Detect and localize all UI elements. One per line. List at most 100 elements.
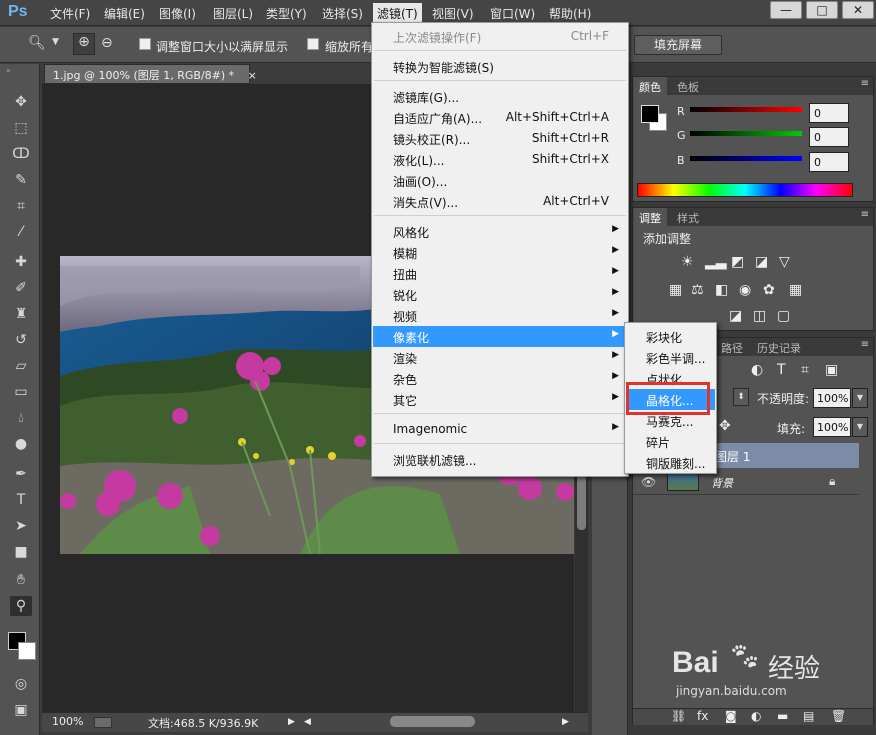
menu-window[interactable]: 窗口(W) [490, 5, 535, 22]
submenu-fragment[interactable]: 碎片 [626, 431, 715, 452]
gradient-map-icon[interactable]: ▢ [777, 308, 790, 324]
menu-vanishing-point[interactable]: 消失点(V)... Alt+Ctrl+V [373, 191, 627, 212]
black-white-icon[interactable]: ◧ [715, 282, 728, 298]
channel-b-slider[interactable] [690, 156, 802, 161]
zoom-in-icon[interactable]: ⊕ [73, 33, 95, 55]
menu-file[interactable]: 文件(F) [50, 5, 90, 22]
quick-mask-icon[interactable]: ◎ [10, 674, 32, 694]
channel-r-value[interactable]: 0 [809, 103, 849, 123]
eraser-icon[interactable]: ▱ [10, 356, 32, 376]
menu-convert-smart-filter[interactable]: 转换为智能滤镜(S) [373, 56, 627, 77]
new-layer-icon[interactable]: ▤ [803, 709, 814, 723]
resize-window-checkbox[interactable] [139, 38, 151, 50]
layers-panel-menu-icon[interactable]: ≡ [861, 339, 869, 350]
filter-type-icon[interactable]: T [777, 362, 786, 378]
menu-distort[interactable]: 扭曲 ▶ [373, 263, 627, 284]
vertical-scroll-thumb[interactable] [577, 470, 586, 530]
filter-adjust-icon[interactable]: ◐ [751, 362, 763, 378]
zoom-all-checkbox[interactable] [307, 38, 319, 50]
tab-close-icon[interactable]: × [248, 69, 257, 82]
blend-mode-dropdown[interactable]: ⬍ [733, 388, 749, 406]
color-fg-swatch[interactable] [641, 105, 659, 123]
tab-history[interactable]: 历史记录 [751, 338, 807, 356]
marquee-tool-icon[interactable]: ⬚ [10, 118, 32, 138]
channel-g-value[interactable]: 0 [809, 127, 849, 147]
curves-icon[interactable]: ◩ [731, 254, 744, 270]
menu-other[interactable]: 其它 ▶ [373, 389, 627, 410]
status-menu-arrow-icon[interactable]: ▶ [288, 717, 295, 727]
history-brush-icon[interactable]: ↺ [10, 330, 32, 350]
tab-color[interactable]: 颜色 [633, 77, 667, 95]
menu-filter-gallery[interactable]: 滤镜库(G)... [373, 86, 627, 107]
brightness-icon[interactable]: ☀ [681, 254, 694, 270]
menu-help[interactable]: 帮助(H) [549, 5, 591, 22]
channel-r-slider[interactable] [690, 107, 802, 112]
menu-sharpen[interactable]: 锐化 ▶ [373, 284, 627, 305]
maximize-button[interactable]: □ [806, 1, 838, 19]
zoom-tool-icon[interactable]: 🔍︎ [28, 35, 46, 51]
blur-tool-icon[interactable]: 💧︎ [10, 408, 32, 428]
menu-oil-paint[interactable]: 油画(O)... [373, 170, 627, 191]
menu-lens-correction[interactable]: 镜头校正(R)... Shift+Ctrl+R [373, 128, 627, 149]
menu-stylize[interactable]: 风格化 ▶ [373, 221, 627, 242]
menu-filter[interactable]: 滤镜(T) [373, 3, 422, 24]
fill-screen-button[interactable]: 填充屏幕 [634, 35, 722, 55]
gradient-icon[interactable]: ▭ [10, 382, 32, 402]
menu-type[interactable]: 类型(Y) [266, 5, 307, 22]
hue-sat-icon[interactable]: ▦ [669, 282, 682, 298]
opacity-dropdown-icon[interactable]: ▼ [852, 388, 868, 408]
pen-tool-icon[interactable]: ✒ [10, 464, 32, 484]
healing-brush-icon[interactable]: ✚ [10, 252, 32, 272]
fill-dropdown-icon[interactable]: ▼ [852, 417, 868, 437]
menu-blur[interactable]: 模糊 ▶ [373, 242, 627, 263]
shape-tool-icon[interactable]: ■ [10, 542, 32, 562]
vibrance-icon[interactable]: ▽ [779, 254, 790, 270]
link-layers-icon[interactable]: ⛓ [671, 709, 686, 723]
color-panel-menu-icon[interactable]: ≡ [861, 78, 869, 89]
minimize-button[interactable]: — [770, 1, 802, 19]
zoom-tool-selected-icon[interactable]: ⚲ [10, 596, 32, 616]
color-spectrum-ramp[interactable] [637, 183, 853, 197]
stamp-tool-icon[interactable]: ♜ [10, 304, 32, 324]
zoom-out-icon[interactable]: ⊖ [101, 35, 113, 51]
exposure-icon[interactable]: ◪ [755, 254, 768, 270]
hand-tool-icon[interactable]: ✋︎ [10, 570, 32, 590]
document-tab[interactable]: 1.jpg @ 100% (图层 1, RGB/8#) * × [44, 64, 257, 84]
menu-view[interactable]: 视图(V) [432, 5, 474, 22]
eyedropper-icon[interactable]: ⁄ [10, 222, 32, 242]
tool-preset-dropdown-icon[interactable]: ▼ [52, 37, 59, 47]
menu-noise[interactable]: 杂色 ▶ [373, 368, 627, 389]
path-select-icon[interactable]: ➤ [10, 516, 32, 536]
filter-smart-icon[interactable]: ▣ [825, 362, 838, 378]
submenu-color-halftone-block[interactable]: 彩块化 [626, 326, 715, 347]
visibility-eye-icon[interactable]: 👁︎ [641, 475, 656, 489]
menu-liquify[interactable]: 液化(L)... Shift+Ctrl+X [373, 149, 627, 170]
zoom-level[interactable]: 100% [52, 715, 83, 728]
collapse-icon[interactable]: » [6, 66, 11, 75]
threshold-icon[interactable]: ◪ [729, 308, 742, 324]
menu-imagenomic[interactable]: Imagenomic ▶ [373, 419, 627, 440]
menu-browse-filters-online[interactable]: 浏览联机滤镜... [373, 449, 627, 470]
background-color-swatch[interactable] [18, 642, 36, 660]
new-group-icon[interactable]: ▬ [777, 709, 788, 723]
screen-mode-icon[interactable]: ▣ [10, 700, 32, 720]
delete-layer-icon[interactable]: 🗑︎ [831, 709, 846, 723]
move-tool-icon[interactable]: ✥ [10, 92, 32, 112]
scroll-left-arrow-icon[interactable]: ◀ [304, 717, 311, 727]
tab-swatches[interactable]: 色板 [671, 77, 705, 95]
scroll-right-arrow-icon[interactable]: ▶ [562, 717, 569, 727]
menu-pixelate[interactable]: 像素化 ▶ [373, 326, 627, 347]
levels-icon[interactable]: ▂▃ [705, 254, 727, 270]
channel-b-value[interactable]: 0 [809, 152, 849, 172]
channel-mixer-icon[interactable]: ✿ [763, 282, 775, 298]
menu-select[interactable]: 选择(S) [322, 5, 363, 22]
new-adjustment-icon[interactable]: ◐ [751, 709, 761, 723]
selective-color-icon[interactable]: ◫ [753, 308, 766, 324]
menu-image[interactable]: 图像(I) [159, 5, 196, 22]
adjust-panel-menu-icon[interactable]: ≡ [861, 209, 869, 220]
tab-styles[interactable]: 样式 [671, 208, 705, 226]
close-button[interactable]: ✕ [842, 1, 874, 19]
tab-adjustments[interactable]: 调整 [633, 208, 667, 226]
layer-mask-icon[interactable]: ◙ [725, 709, 737, 723]
type-tool-icon[interactable]: T [10, 490, 32, 510]
